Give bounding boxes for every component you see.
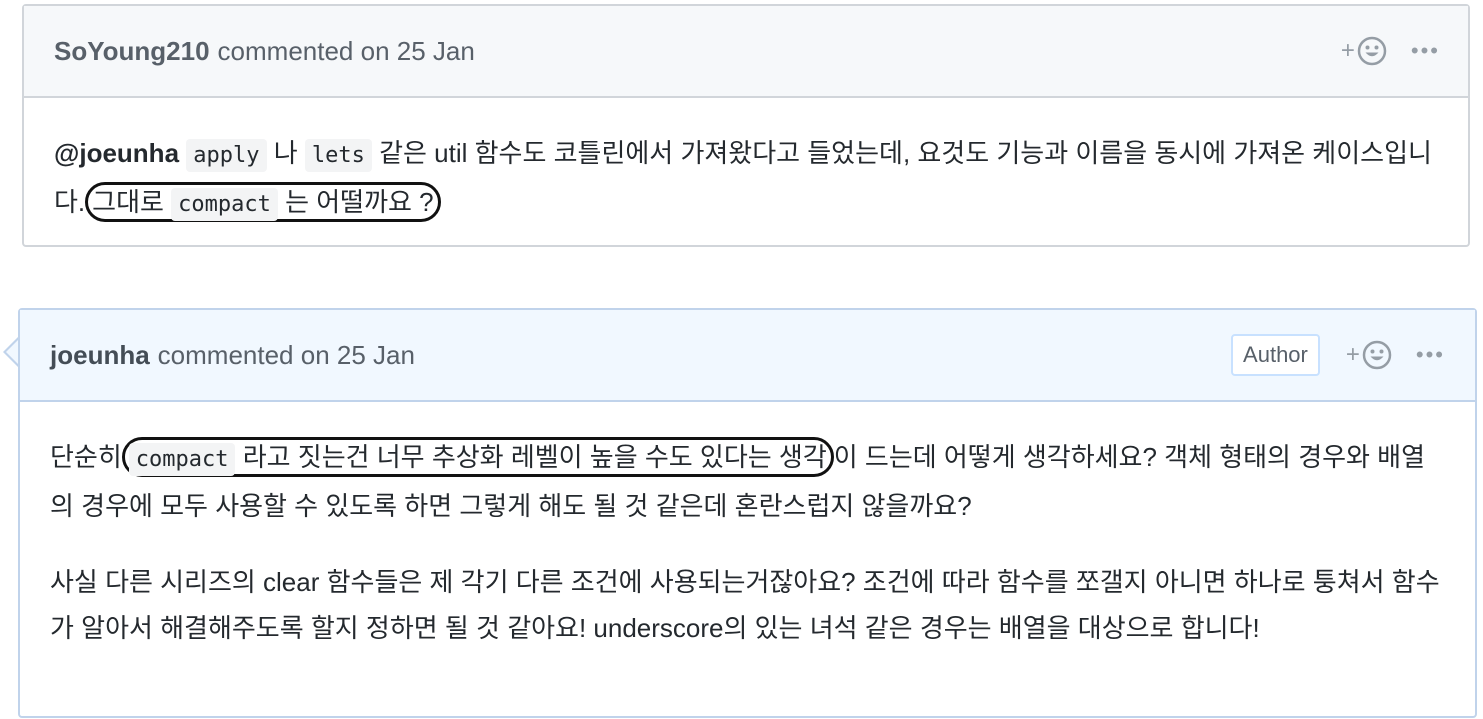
comment-paragraph: 단순히 compact 라고 짓는건 너무 추상화 레벨이 높을 수도 있다는 생… bbox=[50, 434, 1445, 529]
comment-text: 단순히 bbox=[50, 442, 122, 472]
add-reaction-button[interactable]: + bbox=[1346, 340, 1392, 370]
author-badge: Author bbox=[1231, 334, 1320, 376]
smiley-icon bbox=[1362, 340, 1392, 370]
comment-timestamp[interactable]: commented on 25 Jan bbox=[158, 340, 415, 371]
inline-code: compact bbox=[128, 443, 236, 476]
inline-code: compact bbox=[171, 188, 278, 221]
comment-actions: + ••• bbox=[1341, 6, 1440, 96]
comment-soyoung210: SoYoung210 commented on 25 Jan + ••• @jo… bbox=[22, 4, 1470, 247]
inline-code: lets bbox=[304, 139, 372, 172]
more-options-icon[interactable]: ••• bbox=[1416, 344, 1445, 366]
highlight-annotation: compact 라고 짓는건 너무 추상화 레벨이 높을 수도 있다는 생각 bbox=[121, 437, 834, 477]
comment-body: @joeunha apply 나 lets 같은 util 함수도 코틀린에서 … bbox=[24, 98, 1468, 228]
user-mention[interactable]: @joeunha bbox=[54, 138, 179, 168]
comment-header: joeunha commented on 25 Jan Author + ••• bbox=[20, 310, 1475, 402]
comment-text: 나 bbox=[273, 138, 298, 168]
smiley-icon bbox=[1357, 36, 1387, 66]
plus-icon: + bbox=[1345, 341, 1360, 368]
highlighted-text: 는 어떨까요 ? bbox=[285, 187, 434, 217]
comment-actions: Author + ••• bbox=[1231, 310, 1445, 400]
more-options-icon[interactable]: ••• bbox=[1411, 40, 1440, 62]
plus-icon: + bbox=[1340, 37, 1355, 64]
add-reaction-button[interactable]: + bbox=[1341, 36, 1387, 66]
comment-body: 단순히 compact 라고 짓는건 너무 추상화 레벨이 높을 수도 있다는 생… bbox=[20, 402, 1475, 651]
comment-header: SoYoung210 commented on 25 Jan + ••• bbox=[24, 6, 1468, 98]
comment-paragraph: 사실 다른 시리즈의 clear 함수들은 제 각기 다른 조건에 사용되는거잖… bbox=[50, 567, 1440, 643]
highlighted-text: 그대로 bbox=[92, 187, 164, 217]
highlight-annotation: 그대로 compact 는 어떨까요 ? bbox=[85, 182, 441, 222]
comment-author[interactable]: SoYoung210 bbox=[54, 36, 210, 67]
comment-joeunha: joeunha commented on 25 Jan Author + •••… bbox=[18, 308, 1477, 718]
comment-author[interactable]: joeunha bbox=[50, 340, 150, 371]
inline-code: apply bbox=[186, 139, 267, 172]
highlighted-text: 라고 짓는건 너무 추상화 레벨이 높을 수도 있다는 생각 bbox=[242, 442, 827, 472]
comment-timestamp[interactable]: commented on 25 Jan bbox=[218, 36, 475, 67]
